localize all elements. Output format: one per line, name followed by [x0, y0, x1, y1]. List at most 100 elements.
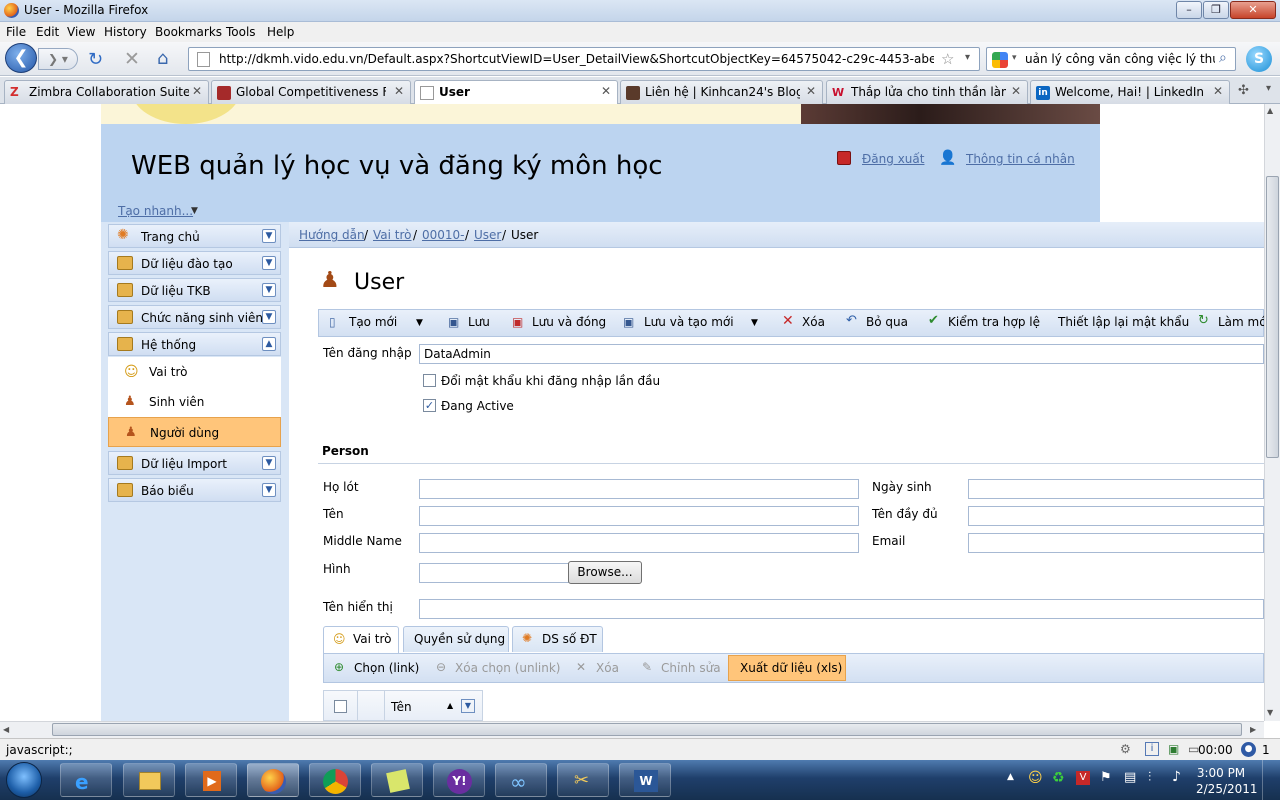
sidebar-item-tkb-data[interactable]: Dữ liệu TKB ▼ [108, 278, 281, 302]
quick-create-dropdown-icon[interactable]: ▼ [191, 206, 198, 216]
sidebar-item-training-data[interactable]: Dữ liệu đào tạo ▼ [108, 251, 281, 275]
save-close-button[interactable]: Lưu và đóng [532, 315, 606, 329]
edit-button[interactable]: Chỉnh sửa [661, 661, 721, 675]
stop-icon[interactable]: ✕ [124, 48, 140, 70]
column-filter-icon[interactable]: ▼ [461, 699, 475, 713]
scroll-right-icon[interactable]: ▶ [1250, 725, 1256, 734]
menu-bookmarks[interactable]: Bookmarks [155, 25, 222, 39]
delete-button[interactable]: Xóa [596, 661, 619, 675]
sidebar-item-student-functions[interactable]: Chức năng sinh viên ▼ [108, 305, 281, 329]
hscroll-thumb[interactable] [52, 723, 1242, 736]
clock-time[interactable]: 3:00 PM [1196, 766, 1246, 780]
tab-close-icon[interactable]: ✕ [1011, 84, 1021, 98]
start-button[interactable] [6, 762, 42, 798]
back-icon[interactable]: ❮ [5, 43, 37, 73]
taskbar-yahoo-icon[interactable]: Y! [433, 763, 485, 797]
url-bar[interactable]: http://dkmh.vido.edu.vn/Default.aspx?Sho… [188, 47, 980, 71]
breadcrumb-roles[interactable]: Vai trò [373, 228, 412, 242]
tab-close-icon[interactable]: ✕ [601, 84, 611, 98]
status-icon[interactable]: ● [1241, 742, 1256, 757]
tab-ds-so-dt[interactable]: ✺ DS số ĐT [512, 626, 603, 652]
ten-hien-thi-field[interactable] [419, 599, 1264, 619]
username-field[interactable]: DataAdmin [419, 344, 1264, 364]
taskbar-ie-icon[interactable]: e [60, 763, 112, 797]
taskbar-explorer-icon[interactable] [123, 763, 175, 797]
sidebar-subitem-roles[interactable]: ☺ Vai trò [108, 357, 281, 387]
refresh-button[interactable]: Làm mới [1218, 315, 1264, 329]
sidebar-item-home[interactable]: ✺ Trang chủ ▼ [108, 224, 281, 248]
close-button[interactable]: ✕ [1230, 1, 1276, 19]
info-icon[interactable]: i [1145, 742, 1159, 756]
link-button[interactable]: Chọn (link) [354, 661, 419, 675]
monitor-icon[interactable]: ▣ [1168, 742, 1179, 756]
breadcrumb-help[interactable]: Hướng dẫn [299, 228, 365, 242]
chevron-down-icon[interactable]: ▼ [262, 456, 276, 470]
profile-link[interactable]: Thông tin cá nhân [966, 152, 1075, 166]
skype-icon[interactable]: S [1246, 46, 1272, 72]
tray-flag-icon[interactable]: ⚑ [1100, 770, 1112, 785]
show-desktop-button[interactable] [1262, 760, 1280, 800]
reload-icon[interactable]: ↻ [88, 49, 103, 70]
sidebar-subitem-users[interactable]: ♟ Người dùng [108, 417, 281, 447]
maximize-button[interactable]: ❐ [1203, 1, 1229, 19]
chevron-down-icon[interactable]: ▼ [262, 483, 276, 497]
taskbar-firefox-icon[interactable] [247, 763, 299, 797]
taskbar-notes-icon[interactable] [371, 763, 423, 797]
sidebar-subitem-students[interactable]: ♟ Sinh viên [108, 387, 281, 417]
scroll-thumb[interactable] [1266, 176, 1279, 458]
chevron-down-icon[interactable]: ▼ [262, 256, 276, 270]
tab-zimbra[interactable]: Z Zimbra Collaboration Suite... ✕ [4, 80, 209, 104]
forward-icon[interactable]: ❯ ▾ [38, 48, 78, 70]
cancel-button[interactable]: Bỏ qua [866, 315, 908, 329]
export-button[interactable]: Xuất dữ liệu (xls) [740, 661, 842, 675]
chevron-down-icon[interactable]: ▼ [262, 283, 276, 297]
tray-sync-icon[interactable]: ♻ [1052, 770, 1065, 786]
new-dropdown-icon[interactable]: ▼ [416, 318, 423, 328]
breadcrumb-00010[interactable]: 00010- [422, 228, 465, 242]
tray-messenger-icon[interactable]: ☺ [1028, 770, 1043, 786]
sidebar-item-reports[interactable]: Báo biểu ▼ [108, 478, 281, 502]
tab-vai-tro[interactable]: ☺ Vai trò [323, 626, 399, 653]
tab-close-icon[interactable]: ✕ [192, 84, 202, 98]
minimize-button[interactable]: – [1176, 1, 1202, 19]
delete-button[interactable]: Xóa [802, 315, 825, 329]
search-bar[interactable]: ▾ uản lý công văn công việc lý thuyết ⌕ [986, 47, 1236, 71]
taskbar-chrome-icon[interactable] [309, 763, 361, 797]
menu-history[interactable]: History [104, 25, 147, 39]
select-all-checkbox[interactable] [334, 700, 347, 713]
save-button[interactable]: Lưu [468, 315, 490, 329]
addon-icon[interactable]: ⚙ [1120, 742, 1131, 756]
new-button[interactable]: Tạo mới [349, 315, 397, 329]
browse-button[interactable]: Browse... [568, 561, 642, 584]
tab-list-icon[interactable]: ▾ [1266, 83, 1271, 94]
engine-dropdown-icon[interactable]: ▾ [1012, 53, 1017, 63]
taskbar-tools-icon[interactable]: ✂ [557, 763, 609, 797]
ho-lot-field[interactable] [419, 479, 859, 499]
menu-help[interactable]: Help [267, 25, 294, 39]
ten-day-du-field[interactable] [968, 506, 1264, 526]
ngay-sinh-field[interactable] [968, 479, 1264, 499]
tab-global-competitiveness[interactable]: Global Competitiveness Fa... ✕ [211, 80, 411, 104]
clock-date[interactable]: 2/25/2011 [1196, 782, 1258, 796]
url-dropdown-icon[interactable]: ▾ [965, 52, 970, 63]
tab-kinhcan-blog[interactable]: Liên hệ | Kinhcan24's Blog ✕ [620, 80, 823, 104]
home-icon[interactable]: ⌂ [157, 48, 168, 69]
tray-signal-icon[interactable]: ⫶ [1148, 770, 1151, 785]
tab-linkedin[interactable]: in Welcome, Hai! | LinkedIn ✕ [1030, 80, 1230, 104]
scroll-up-icon[interactable]: ▲ [1267, 106, 1273, 115]
ten-field[interactable] [419, 506, 859, 526]
sort-asc-icon[interactable]: ▲ [447, 701, 453, 710]
middle-name-field[interactable] [419, 533, 859, 553]
unlink-button[interactable]: Xóa chọn (unlink) [455, 661, 561, 675]
tab-quyen-su-dung[interactable]: Quyền sử dụng [403, 626, 509, 652]
taskbar-word-icon[interactable]: W [619, 763, 671, 797]
validate-button[interactable]: Kiểm tra hợp lệ [948, 315, 1040, 329]
new-tab-icon[interactable]: ✣ [1238, 83, 1249, 98]
email-field[interactable] [968, 533, 1264, 553]
scroll-down-icon[interactable]: ▼ [1267, 708, 1273, 717]
menu-tools[interactable]: Tools [226, 25, 256, 39]
save-new-button[interactable]: Lưu và tạo mới [644, 315, 734, 329]
menu-edit[interactable]: Edit [36, 25, 59, 39]
chevron-down-icon[interactable]: ▼ [262, 310, 276, 324]
taskbar-media-icon[interactable]: ▶ [185, 763, 237, 797]
